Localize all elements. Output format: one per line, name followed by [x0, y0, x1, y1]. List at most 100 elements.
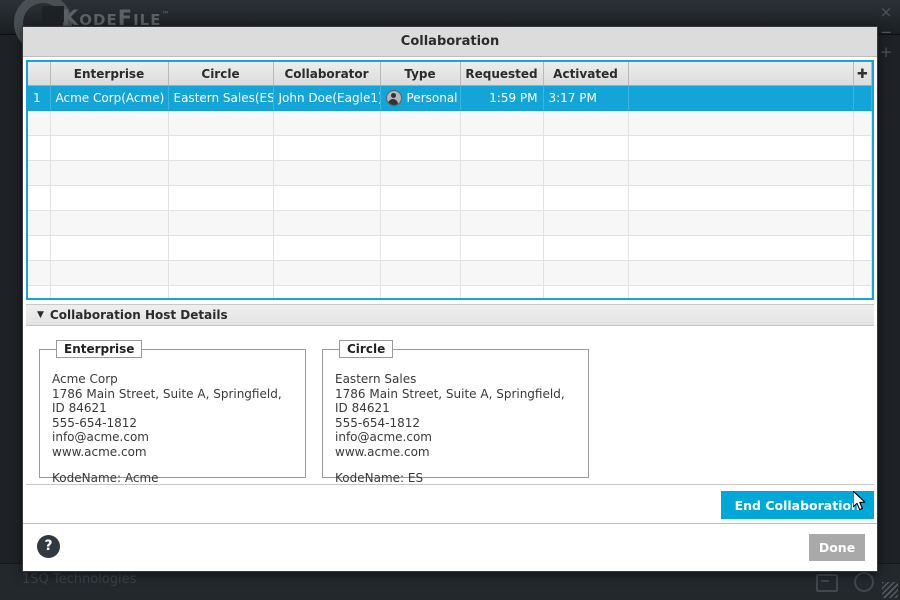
cell-empty [380, 135, 461, 161]
cell-empty [853, 235, 872, 261]
circle-icon[interactable] [854, 572, 874, 592]
column-header-requested[interactable]: Requested [460, 62, 544, 86]
table-row-empty[interactable] [28, 235, 872, 261]
table-row-empty[interactable] [28, 185, 872, 211]
cell-empty [543, 235, 629, 261]
table-body: 1 Acme Corp(Acme) Eastern Sales(ES) John… [28, 85, 872, 298]
window-minimize-button[interactable]: − [878, 24, 894, 40]
table-row-empty[interactable] [28, 260, 872, 286]
cell-empty [853, 110, 872, 136]
cell-empty [543, 160, 629, 186]
cell-empty [168, 210, 274, 236]
table-row-empty[interactable] [28, 135, 872, 161]
document-icon[interactable] [816, 574, 838, 592]
table-row-empty[interactable] [28, 160, 872, 186]
add-column-button[interactable]: ✚ [853, 62, 872, 86]
cell-empty [543, 285, 629, 298]
details-section-title: Collaboration Host Details [49, 308, 228, 322]
table-row-empty[interactable] [28, 210, 872, 236]
column-header-activated[interactable]: Activated [543, 62, 629, 86]
cell-empty [628, 160, 854, 186]
cell-empty [853, 260, 872, 286]
cell-empty [28, 110, 51, 136]
cell-empty [543, 135, 629, 161]
cell-empty [50, 160, 169, 186]
logo-notch [42, 6, 64, 22]
column-header-type[interactable]: Type [380, 62, 461, 86]
table-row-empty[interactable] [28, 285, 872, 298]
cell-empty [273, 185, 381, 211]
collaboration-table-container[interactable]: Enterprise Circle Collaborator Type Requ… [26, 60, 874, 300]
cell-empty [50, 260, 169, 286]
cell-empty [273, 160, 381, 186]
window-close-button[interactable]: × [878, 4, 894, 20]
cell-empty [168, 135, 274, 161]
cell-collaborator: John Doe(Eagle1) [273, 85, 381, 111]
help-icon[interactable]: ? [37, 535, 60, 558]
cell-rownum: 1 [28, 85, 51, 111]
cell-empty [50, 110, 169, 136]
cell-empty [543, 110, 629, 136]
cell-empty [28, 210, 51, 236]
action-bar: End Collaboration [26, 484, 874, 523]
end-collaboration-button[interactable]: End Collaboration [720, 491, 874, 519]
table-row-empty[interactable] [28, 110, 872, 136]
cell-empty [28, 185, 51, 211]
cell-empty [543, 260, 629, 286]
cell-type: Personal [380, 85, 461, 111]
cell-empty [853, 135, 872, 161]
chevron-down-icon: ▼ [37, 310, 44, 320]
circle-legend: Circle [339, 340, 394, 358]
cell-empty [28, 260, 51, 286]
circle-phone: 555-654-1812 [335, 415, 421, 430]
cell-empty [853, 160, 872, 186]
cell-empty [28, 285, 51, 298]
cell-empty [543, 185, 629, 211]
enterprise-website: www.acme.com [52, 444, 147, 459]
column-header-rownum[interactable] [28, 62, 51, 86]
plus-icon: ✚ [857, 66, 868, 82]
cell-empty [628, 235, 854, 261]
resize-grip-icon[interactable] [882, 582, 898, 598]
cell-empty [380, 185, 461, 211]
cell-empty [273, 135, 381, 161]
column-header-collaborator[interactable]: Collaborator [273, 62, 381, 86]
cell-empty [273, 285, 381, 298]
circle-email: info@acme.com [335, 430, 432, 444]
cell-empty [273, 235, 381, 261]
cell-empty [50, 135, 169, 161]
app-footer-text: 1SQ Technologies [22, 572, 137, 587]
cell-empty [273, 110, 381, 136]
cell-plus [853, 85, 872, 111]
cell-empty [628, 285, 854, 298]
cell-empty [628, 210, 854, 236]
cell-empty [380, 110, 461, 136]
cell-empty [853, 285, 872, 298]
cell-empty [273, 210, 381, 236]
column-header-enterprise[interactable]: Enterprise [50, 62, 169, 86]
enterprise-details: Acme Corp 1786 Main Street, Suite A, Spr… [52, 372, 295, 486]
done-button[interactable]: Done [809, 534, 865, 561]
cell-activated: 3:17 PM [543, 85, 629, 111]
window-maximize-button[interactable]: + [878, 44, 894, 60]
circle-name: Eastern Sales [335, 372, 417, 386]
table-header-row: Enterprise Circle Collaborator Type Requ… [28, 62, 872, 86]
cell-empty [628, 135, 854, 161]
circle-website: www.acme.com [335, 444, 430, 459]
collaboration-table: Enterprise Circle Collaborator Type Requ… [28, 62, 872, 298]
cell-type-label: Personal [406, 91, 458, 105]
enterprise-name: Acme Corp [52, 372, 118, 386]
column-header-circle[interactable]: Circle [168, 62, 274, 86]
enterprise-phone: 555-654-1812 [52, 415, 138, 430]
enterprise-email: info@acme.com [52, 430, 149, 444]
collaboration-dialog: Collaboration Enterprise Circle Collabor… [22, 26, 878, 572]
cell-empty [50, 285, 169, 298]
cell-empty [168, 235, 274, 261]
cell-empty [380, 235, 461, 261]
cell-empty [460, 110, 544, 136]
details-section-header[interactable]: ▼ Collaboration Host Details [26, 304, 874, 326]
details-body: Enterprise Acme Corp 1786 Main Street, S… [23, 326, 877, 486]
table-row[interactable]: 1 Acme Corp(Acme) Eastern Sales(ES) John… [28, 85, 872, 111]
